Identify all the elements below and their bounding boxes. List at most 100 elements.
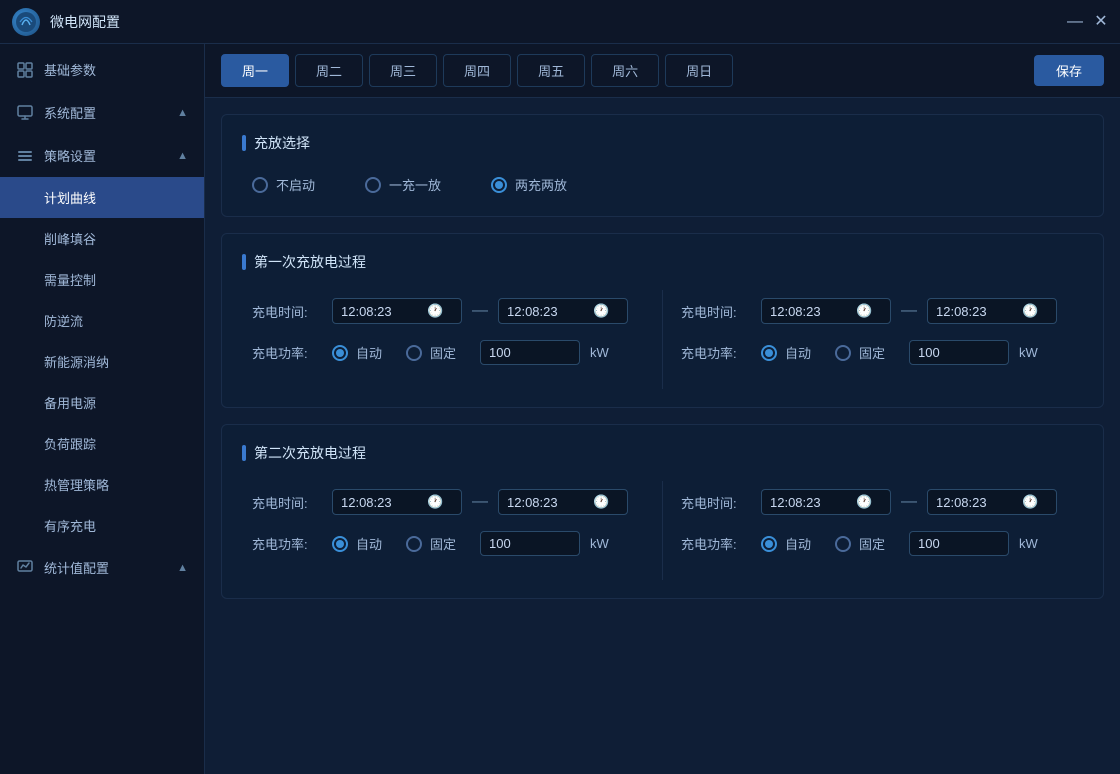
sidebar-subitem-peak-shaving[interactable]: 削峰填谷	[0, 218, 204, 259]
sidebar-subitem-demand-control[interactable]: 需量控制	[0, 259, 204, 300]
first-right-power-input-wrap[interactable]	[909, 340, 1009, 365]
first-process-section: 第一次充放电过程 充电时间: 🕐 —	[221, 233, 1104, 408]
dash-1: —	[472, 302, 488, 320]
strategy-icon	[16, 147, 34, 165]
sidebar-sublabel-ordered-charge: 有序充电	[44, 519, 96, 534]
second-left-time-start-input[interactable]	[341, 495, 421, 510]
charge-select-section: 充放选择 不启动 一充一放 两充两放	[221, 114, 1104, 217]
first-left-time-end-input[interactable]	[507, 304, 587, 319]
sidebar-sublabel-demand-control: 需量控制	[44, 273, 96, 288]
sidebar-subitem-thermal[interactable]: 热管理策略	[0, 464, 204, 505]
first-left-power-input[interactable]	[489, 345, 559, 360]
tab-saturday[interactable]: 周六	[591, 54, 659, 87]
radio-label-one-charge: 一充一放	[389, 175, 441, 194]
second-left-power-label: 充电功率:	[252, 534, 322, 553]
chevron-up-icon-2: ▲	[177, 150, 188, 162]
first-left-time-end-wrap[interactable]: 🕐	[498, 298, 628, 324]
second-left-fixed-radio[interactable]: 固定	[406, 534, 456, 553]
content-area: 充放选择 不启动 一充一放 两充两放	[205, 98, 1120, 774]
radio-no-start[interactable]: 不启动	[252, 175, 315, 194]
second-left-auto-circle	[332, 536, 348, 552]
sidebar-subitem-backup-power[interactable]: 备用电源	[0, 382, 204, 423]
sidebar: 基础参数 系统配置 ▲ 策略设置 ▲	[0, 44, 205, 774]
second-left-time-start-wrap[interactable]: 🕐	[332, 489, 462, 515]
first-right-time-end-input[interactable]	[936, 304, 1016, 319]
first-left-power-unit: kW	[590, 345, 609, 360]
second-left-power-input[interactable]	[489, 536, 559, 551]
second-right-fixed-label: 固定	[859, 534, 885, 553]
radio-label-no-start: 不启动	[276, 175, 315, 194]
stats-icon	[16, 559, 34, 577]
radio-circle-one-charge	[365, 177, 381, 193]
tab-wednesday[interactable]: 周三	[369, 54, 437, 87]
sidebar-subitem-plan-curve[interactable]: 计划曲线	[0, 177, 204, 218]
sidebar-subitem-load-tracking[interactable]: 负荷跟踪	[0, 423, 204, 464]
second-right-time-end-input[interactable]	[936, 495, 1016, 510]
second-process-section: 第二次充放电过程 充电时间: 🕐 —	[221, 424, 1104, 599]
first-right-time-end-wrap[interactable]: 🕐	[927, 298, 1057, 324]
second-right-time-end-wrap[interactable]: 🕐	[927, 489, 1057, 515]
sidebar-sublabel-thermal: 热管理策略	[44, 478, 109, 493]
sidebar-subitem-anti-backflow[interactable]: 防逆流	[0, 300, 204, 341]
clock-icon-4: 🕐	[1022, 303, 1038, 319]
second-process-title: 第二次充放电过程	[242, 443, 1083, 463]
second-right-auto-radio[interactable]: 自动	[761, 534, 811, 553]
radio-two-charge[interactable]: 两充两放	[491, 175, 567, 194]
second-right-time-start-input[interactable]	[770, 495, 850, 510]
sidebar-sublabel-peak-shaving: 削峰填谷	[44, 232, 96, 247]
radio-one-charge[interactable]: 一充一放	[365, 175, 441, 194]
dash-3: —	[472, 493, 488, 511]
clock-icon-6: 🕐	[593, 494, 609, 510]
tab-monday[interactable]: 周一	[221, 54, 289, 87]
title-bar: 微电网配置 — ✕	[0, 0, 1120, 44]
first-right-time-start-input[interactable]	[770, 304, 850, 319]
close-button[interactable]: ✕	[1094, 15, 1108, 29]
second-left-power-unit: kW	[590, 536, 609, 551]
second-left-time-end-input[interactable]	[507, 495, 587, 510]
first-left-fixed-radio[interactable]: 固定	[406, 343, 456, 362]
clock-icon-3: 🕐	[856, 303, 872, 319]
first-left-time-start-input[interactable]	[341, 304, 421, 319]
sidebar-item-stats-config[interactable]: 统计值配置 ▲	[0, 546, 204, 589]
dash-4: —	[901, 493, 917, 511]
second-left-auto-radio[interactable]: 自动	[332, 534, 382, 553]
second-left-time-row: 充电时间: 🕐 — 🕐	[252, 489, 644, 515]
first-right-fixed-radio[interactable]: 固定	[835, 343, 885, 362]
sidebar-subitem-ordered-charge[interactable]: 有序充电	[0, 505, 204, 546]
sidebar-item-strategy[interactable]: 策略设置 ▲	[0, 134, 204, 177]
first-right-time-start-wrap[interactable]: 🕐	[761, 298, 891, 324]
radio-circle-no-start	[252, 177, 268, 193]
save-button[interactable]: 保存	[1034, 55, 1104, 86]
second-left-power-input-wrap[interactable]	[480, 531, 580, 556]
sidebar-sublabel-renewable: 新能源消纳	[44, 355, 109, 370]
clock-icon-5: 🕐	[427, 494, 443, 510]
sidebar-subitem-renewable[interactable]: 新能源消纳	[0, 341, 204, 382]
second-right-fixed-circle	[835, 536, 851, 552]
second-left-time-end-wrap[interactable]: 🕐	[498, 489, 628, 515]
first-right-time-row: 充电时间: 🕐 — 🕐	[681, 298, 1073, 324]
tab-sunday[interactable]: 周日	[665, 54, 733, 87]
second-right-fixed-radio[interactable]: 固定	[835, 534, 885, 553]
clock-icon-8: 🕐	[1022, 494, 1038, 510]
first-left-time-start-wrap[interactable]: 🕐	[332, 298, 462, 324]
tab-friday[interactable]: 周五	[517, 54, 585, 87]
first-left-power-input-wrap[interactable]	[480, 340, 580, 365]
sidebar-item-basic-params[interactable]: 基础参数	[0, 48, 204, 91]
second-left-fixed-circle	[406, 536, 422, 552]
first-left-auto-radio[interactable]: 自动	[332, 343, 382, 362]
first-right-power-label: 充电功率:	[681, 343, 751, 362]
sidebar-item-system-config[interactable]: 系统配置 ▲	[0, 91, 204, 134]
second-right-power-row: 充电功率: 自动 固定 k	[681, 531, 1073, 556]
first-right-auto-radio[interactable]: 自动	[761, 343, 811, 362]
second-right-time-start-wrap[interactable]: 🕐	[761, 489, 891, 515]
tab-bar: 周一 周二 周三 周四 周五 周六 周日 保存	[205, 44, 1120, 98]
tab-tuesday[interactable]: 周二	[295, 54, 363, 87]
second-right-power-input[interactable]	[918, 536, 988, 551]
grid-icon	[16, 61, 34, 79]
minimize-button[interactable]: —	[1068, 15, 1082, 29]
second-right-power-input-wrap[interactable]	[909, 531, 1009, 556]
first-right-power-input[interactable]	[918, 345, 988, 360]
first-left-fixed-circle	[406, 345, 422, 361]
first-right-fixed-circle	[835, 345, 851, 361]
tab-thursday[interactable]: 周四	[443, 54, 511, 87]
